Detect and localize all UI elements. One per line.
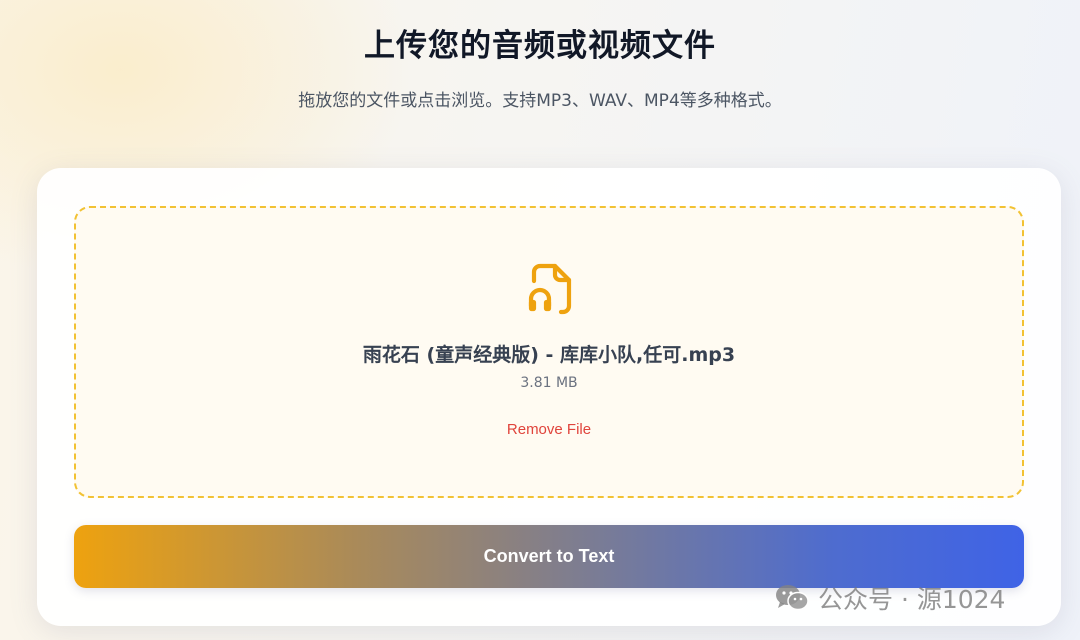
watermark: 公众号 · 源1024	[774, 580, 1005, 616]
convert-to-text-button[interactable]: Convert to Text	[74, 525, 1024, 588]
file-size: 3.81 MB	[520, 375, 578, 391]
file-name: 雨花石 (童声经典版) - 库库小队,任可.mp3	[362, 344, 736, 366]
remove-file-button[interactable]: Remove File	[479, 417, 619, 443]
watermark-text: 公众号 · 源1024	[818, 585, 1006, 614]
file-dropzone[interactable]: 雨花石 (童声经典版) - 库库小队,任可.mp3 3.81 MB Remove…	[74, 206, 1024, 498]
upload-card: 雨花石 (童声经典版) - 库库小队,任可.mp3 3.81 MB Remove…	[37, 168, 1061, 626]
page-title: 上传您的音频或视频文件	[364, 28, 716, 64]
wechat-icon	[776, 585, 809, 611]
page-subtitle: 拖放您的文件或点击浏览。支持MP3、WAV、MP4等多种格式。	[298, 91, 782, 111]
audio-file-icon	[528, 263, 572, 315]
